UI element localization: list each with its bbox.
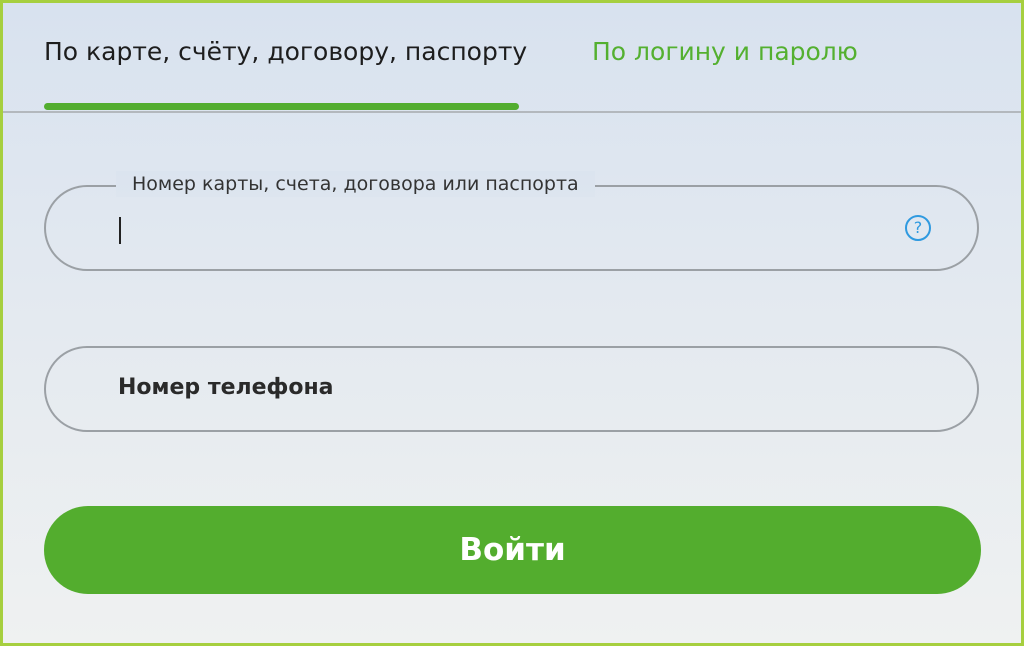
login-button[interactable]: Войти bbox=[44, 506, 981, 594]
login-panel: По карте, счёту, договору, паспорту По л… bbox=[0, 0, 1024, 646]
card-account-field-label: Номер карты, счета, договора или паспорт… bbox=[116, 171, 595, 197]
tab-card-account-contract-passport[interactable]: По карте, счёту, договору, паспорту bbox=[44, 35, 527, 69]
login-method-tabs: По карте, счёту, договору, паспорту По л… bbox=[3, 3, 1021, 113]
phone-input-field[interactable]: Номер телефона bbox=[44, 346, 979, 432]
active-tab-indicator bbox=[44, 103, 519, 110]
tab-login-password[interactable]: По логину и паролю bbox=[592, 35, 858, 69]
text-cursor bbox=[119, 217, 121, 244]
card-account-input-field[interactable]: Номер карты, счета, договора или паспорт… bbox=[44, 171, 979, 271]
phone-field-placeholder: Номер телефона bbox=[118, 375, 334, 400]
question-circle-icon[interactable]: ? bbox=[905, 215, 931, 241]
